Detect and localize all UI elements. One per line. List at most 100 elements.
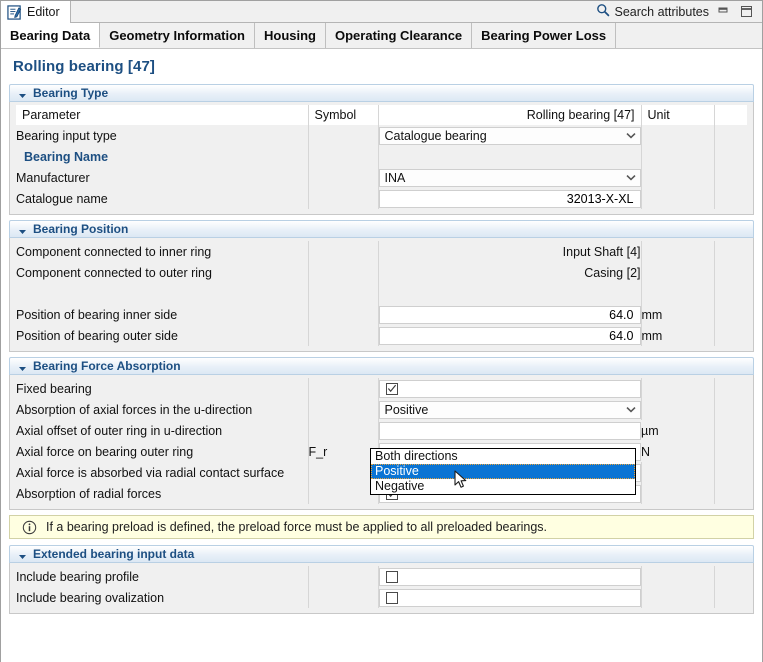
row-extra <box>713 283 747 304</box>
row-symbol <box>308 188 379 209</box>
row-symbol <box>308 587 379 608</box>
column-header-unit: Unit <box>641 105 715 125</box>
row-label-manufacturer: Manufacturer <box>16 167 309 188</box>
tab-bearing-data[interactable]: Bearing Data <box>1 23 101 48</box>
column-header-parameter: Parameter <box>16 105 309 125</box>
table-header-row: Parameter Symbol Rolling bearing [47] Un… <box>16 105 747 125</box>
chevron-down-icon[interactable] <box>18 362 27 371</box>
chevron-down-icon[interactable] <box>18 89 27 98</box>
dropdown-option-positive[interactable]: Positive <box>371 464 635 479</box>
absorption-axial-u-value: Positive <box>384 402 429 417</box>
search-attributes-box[interactable]: Search attributes <box>596 3 710 20</box>
section-header-force-absorption[interactable]: Bearing Force Absorption <box>9 357 754 375</box>
position-inner-side-value: 64.0 <box>609 307 634 322</box>
tab-strip: Bearing Data Geometry Information Housin… <box>1 23 762 49</box>
dropdown-option-negative[interactable]: Negative <box>371 479 635 494</box>
component-inner-ring-value: Input Shaft [4] <box>562 244 641 259</box>
component-outer-ring-value: Casing [2] <box>584 265 641 280</box>
row-label-include-bearing-ovalization: Include bearing ovalization <box>16 587 309 608</box>
row-unit <box>640 566 714 587</box>
column-header-value: Rolling bearing [47] <box>378 105 642 125</box>
position-outer-side-input[interactable]: 64.0 <box>378 326 641 345</box>
bearing-input-type-combo[interactable]: Catalogue bearing <box>378 126 641 145</box>
catalogue-name-input[interactable]: 32013-X-XL <box>378 189 641 208</box>
axial-offset-input[interactable] <box>378 421 641 440</box>
row-symbol <box>308 325 379 346</box>
row-label-absorption-radial-forces: Absorption of radial forces <box>16 483 309 504</box>
position-outer-side-value: 64.0 <box>609 328 634 343</box>
manufacturer-cell: INA <box>378 167 641 188</box>
manufacturer-combo[interactable]: INA <box>378 168 641 187</box>
fixed-bearing-checkbox-wrap[interactable] <box>378 379 641 398</box>
chevron-down-icon[interactable] <box>18 225 27 234</box>
include-bearing-profile-checkbox[interactable] <box>385 570 398 583</box>
include-bearing-ovalization-checkbox[interactable] <box>385 591 398 604</box>
bearing-input-type-cell: Catalogue bearing <box>378 125 641 146</box>
section-header-bearing-position[interactable]: Bearing Position <box>9 220 754 238</box>
section-title-extended: Extended bearing input data <box>33 547 195 561</box>
absorption-axial-u-dropdown-list[interactable]: Both directions Positive Negative <box>370 448 636 495</box>
axial-offset-cell <box>378 420 641 441</box>
section-title-bearing-type: Bearing Type <box>33 86 109 100</box>
fixed-bearing-checkbox[interactable] <box>385 382 398 395</box>
section-extended-bearing-input-data: Extended bearing input data Include bear… <box>9 545 754 614</box>
row-extra <box>713 304 747 325</box>
position-inner-side-input[interactable]: 64.0 <box>378 305 641 324</box>
preload-info-banner: If a bearing preload is defined, the pre… <box>9 515 754 539</box>
row-symbol <box>308 566 379 587</box>
include-bearing-profile-checkbox-wrap[interactable] <box>378 567 641 586</box>
section-title-force-absorption: Bearing Force Absorption <box>33 359 181 373</box>
search-attributes-label: Search attributes <box>614 4 710 19</box>
row-label-position-inner-side: Position of bearing inner side <box>16 304 309 325</box>
row-symbol <box>308 167 379 188</box>
row-extra <box>713 420 747 441</box>
row-unit <box>640 399 714 420</box>
axial-force-outer-ring-unit: N <box>641 444 651 459</box>
view-tab-editor[interactable]: Editor <box>1 1 71 23</box>
row-extra <box>713 167 747 188</box>
row-value <box>378 146 641 167</box>
row-label-absorption-axial-u: Absorption of axial forces in the u-dire… <box>16 399 309 420</box>
tab-geometry-information[interactable]: Geometry Information <box>100 23 255 48</box>
tab-bearing-power-loss[interactable]: Bearing Power Loss <box>472 23 617 48</box>
table-row: Fixed bearing <box>16 378 747 399</box>
row-extra <box>713 399 747 420</box>
info-icon <box>22 520 37 535</box>
row-symbol <box>308 283 379 304</box>
include-bearing-ovalization-checkbox-wrap[interactable] <box>378 588 641 607</box>
row-unit <box>640 483 714 504</box>
minimize-icon[interactable] <box>715 3 732 20</box>
tab-operating-clearance[interactable]: Operating Clearance <box>326 23 473 48</box>
chevron-down-icon[interactable] <box>622 174 640 181</box>
tab-housing[interactable]: Housing <box>255 23 326 48</box>
editor-window: Editor Search attributes Bearing Data Ge… <box>0 0 763 662</box>
row-label-fixed-bearing: Fixed bearing <box>16 378 309 399</box>
table-row: Component connected to inner ring Input … <box>16 241 747 262</box>
section-header-bearing-type[interactable]: Bearing Type <box>9 84 754 102</box>
absorption-axial-u-combo[interactable]: Positive <box>378 400 641 419</box>
section-body-bearing-position: Component connected to inner ring Input … <box>9 238 754 352</box>
row-unit <box>640 241 714 262</box>
chevron-down-icon[interactable] <box>18 550 27 559</box>
column-header-symbol: Symbol <box>308 105 379 125</box>
row-symbol <box>308 378 379 399</box>
row-label-catalogue-name: Catalogue name <box>16 188 309 209</box>
section-header-extended[interactable]: Extended bearing input data <box>9 545 754 563</box>
position-outer-side-cell: 64.0 <box>378 325 641 346</box>
maximize-icon[interactable] <box>738 3 755 20</box>
row-extra <box>713 325 747 346</box>
manufacturer-value: INA <box>384 170 406 185</box>
section-body-extended: Include bearing profile Include bearing … <box>9 563 754 614</box>
table-row: Catalogue name 32013-X-XL <box>16 188 747 209</box>
chevron-down-icon[interactable] <box>622 406 640 413</box>
row-unit <box>640 188 714 209</box>
dropdown-option-both-directions[interactable]: Both directions <box>371 449 635 464</box>
section-bearing-type: Bearing Type Parameter Symbol Rolling be… <box>9 84 754 215</box>
row-extra <box>713 378 747 399</box>
section-title-bearing-position: Bearing Position <box>33 222 129 236</box>
row-symbol <box>308 462 379 483</box>
table-row: Component connected to outer ring Casing… <box>16 262 747 283</box>
row-unit <box>640 283 714 304</box>
position-inner-side-cell: 64.0 <box>378 304 641 325</box>
chevron-down-icon[interactable] <box>622 132 640 139</box>
